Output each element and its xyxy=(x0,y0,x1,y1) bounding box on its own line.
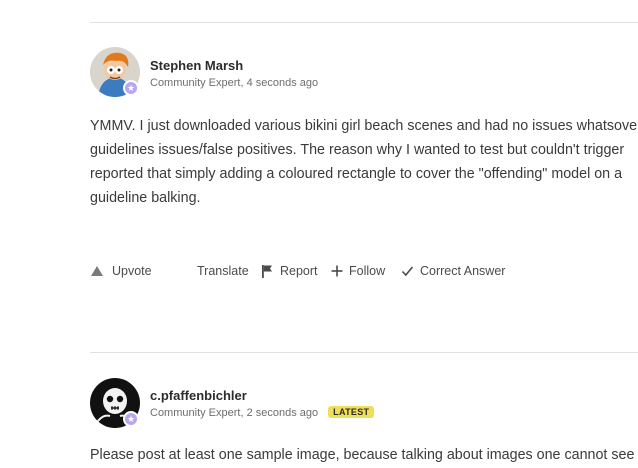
upvote-icon xyxy=(91,266,103,276)
post-meta: Community Expert, 4 seconds ago xyxy=(150,77,318,89)
upvote-button[interactable]: Upvote xyxy=(90,264,152,278)
report-button[interactable]: Report xyxy=(260,264,318,278)
latest-badge: LATEST xyxy=(328,406,375,418)
translate-label: Translate xyxy=(197,264,249,278)
reply-post-1: ★ Stephen Marsh Community Expert, 4 seco… xyxy=(90,47,638,297)
community-expert-badge-icon: ★ xyxy=(123,80,139,96)
author-name[interactable]: Stephen Marsh xyxy=(150,58,243,73)
author-role: Community Expert xyxy=(150,77,241,89)
avatar[interactable]: ★ xyxy=(90,378,140,428)
post-timestamp[interactable]: 2 seconds ago xyxy=(247,407,319,419)
upvote-label: Upvote xyxy=(112,264,152,278)
post-body: Please post at least one sample image, b… xyxy=(90,443,638,467)
author-role: Community Expert xyxy=(150,407,241,419)
correct-answer-button[interactable]: Correct Answer xyxy=(401,264,505,278)
follow-label: Follow xyxy=(349,264,386,278)
author-name[interactable]: c.pfaffenbichler xyxy=(150,388,247,403)
post-body: YMMV. I just downloaded various bikini g… xyxy=(90,114,638,210)
correct-answer-label: Correct Answer xyxy=(420,264,506,278)
post-body-line: guidelines issues/false positives. The r… xyxy=(90,142,625,158)
reply-post-2: ★ c.pfaffenbichler Community Expert, 2 s… xyxy=(90,378,638,468)
post-body-line: reported that simply adding a coloured r… xyxy=(90,166,623,182)
avatar[interactable]: ★ xyxy=(90,47,140,97)
post-divider xyxy=(90,352,638,353)
report-label: Report xyxy=(280,264,318,278)
post-body-line: YMMV. I just downloaded various bikini g… xyxy=(90,118,638,134)
post-meta: Community Expert, 2 seconds ago LATEST xyxy=(150,406,375,419)
post-timestamp[interactable]: 4 seconds ago xyxy=(247,77,319,89)
plus-icon xyxy=(331,265,343,277)
translate-button[interactable]: Translate xyxy=(197,264,249,278)
top-divider xyxy=(90,22,638,23)
post-body-line: Please post at least one sample image, b… xyxy=(90,447,635,463)
follow-button[interactable]: Follow xyxy=(331,264,385,278)
checkmark-icon xyxy=(401,266,414,277)
community-expert-badge-icon: ★ xyxy=(123,411,139,427)
post-actions: Upvote Translate Report Follow Correct A… xyxy=(90,264,638,284)
post-body-line: guideline balking. xyxy=(90,190,201,206)
flag-icon xyxy=(262,265,272,278)
